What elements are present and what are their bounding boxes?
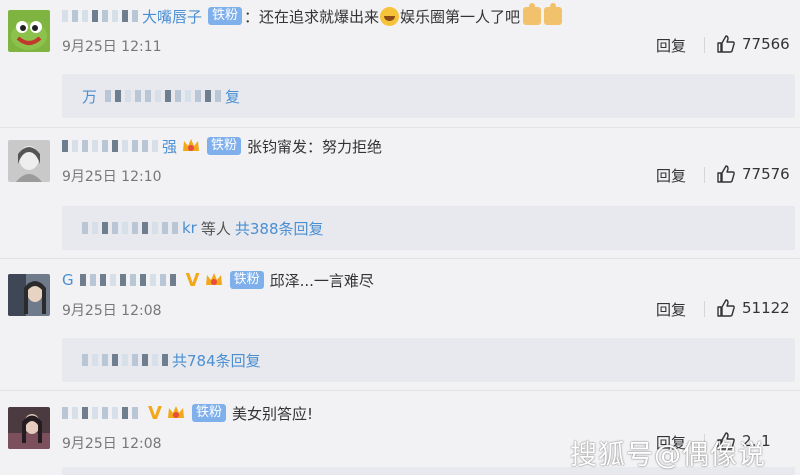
- comment-item: 强 铁粉 张钧甯发：努力拒绝 9月25日 12:10 回复 77576: [0, 130, 800, 202]
- avatar[interactable]: [8, 10, 50, 52]
- avatar[interactable]: [8, 407, 50, 449]
- comment-text: 美女别答应!: [231, 404, 313, 423]
- thumbs-up-outline-icon: [717, 35, 735, 53]
- avatar[interactable]: [8, 140, 50, 182]
- fan-badge: 铁粉: [229, 271, 264, 289]
- like-count: 77566: [742, 35, 790, 53]
- comment-time: 9月25日 12:11: [62, 39, 162, 55]
- comment-text: 张钧甯发：努力拒绝: [247, 137, 383, 156]
- comment-item: G V 铁粉 邱泽...一言难尽 9月25日 12:08 回复 51122: [0, 264, 800, 336]
- reply-summary[interactable]: kr 等人 共388条回复: [62, 206, 795, 250]
- reply-summary-user[interactable]: kr: [182, 219, 197, 237]
- divider: [0, 127, 800, 128]
- watermark-text: 搜狐号@偶像说: [570, 440, 766, 471]
- reply-summary[interactable]: 共784条回复: [62, 338, 795, 382]
- verified-v-icon: V: [185, 269, 200, 291]
- crown-icon: [205, 273, 222, 285]
- thumbs-up-emoji-icon: [544, 3, 563, 25]
- comment-text: ：还在追求就爆出来: [244, 7, 380, 26]
- comment-text: 邱泽...一言难尽: [269, 271, 374, 290]
- reply-button[interactable]: 回复: [656, 299, 686, 320]
- fan-badge: 铁粉: [207, 137, 242, 155]
- reply-button[interactable]: 回复: [656, 35, 686, 56]
- reply-summary-user[interactable]: 万: [82, 86, 97, 107]
- reply-button[interactable]: 回复: [656, 165, 686, 186]
- username-link[interactable]: 强: [162, 136, 177, 157]
- comment-header: 强 铁粉 张钧甯发：努力拒绝: [62, 132, 382, 160]
- comment-item: 大嘴唇子 铁粉 ：还在追求就爆出来 娱乐圈第一人了吧 9月25日 12:11 回…: [0, 0, 800, 72]
- divider: [0, 390, 800, 391]
- like-button[interactable]: 51122: [716, 298, 790, 318]
- comment-header: V 铁粉 美女别答应!: [62, 399, 313, 427]
- avatar[interactable]: [8, 274, 50, 316]
- crown-icon: [167, 406, 184, 418]
- comment-header: G V 铁粉 邱泽...一言难尽: [62, 266, 374, 294]
- comment-text-suffix: 娱乐圈第一人了吧: [400, 7, 521, 26]
- like-button[interactable]: 77576: [716, 164, 790, 184]
- username-link[interactable]: G: [62, 271, 74, 289]
- like-count: 77576: [742, 165, 790, 183]
- thumbs-up-outline-icon: [717, 299, 735, 317]
- divider: [704, 37, 705, 53]
- divider: [704, 301, 705, 317]
- reply-count-link[interactable]: 共388条回复: [235, 218, 324, 239]
- divider: [704, 167, 705, 183]
- reply-count-link[interactable]: 共784条回复: [172, 350, 261, 371]
- thumbs-up-emoji-icon: [523, 3, 542, 25]
- like-count: 51122: [742, 299, 790, 317]
- divider: [0, 258, 800, 259]
- reply-summary[interactable]: 万 复: [62, 74, 795, 118]
- reply-summary-mid: 等人: [200, 219, 231, 238]
- verified-v-icon: V: [148, 402, 162, 424]
- username-link[interactable]: 大嘴唇子: [142, 6, 202, 27]
- laughing-face-emoji-icon: [380, 6, 400, 26]
- thumbs-up-outline-icon: [717, 165, 735, 183]
- fan-badge: 铁粉: [208, 7, 243, 25]
- comment-time: 9月25日 12:08: [62, 436, 162, 452]
- fan-badge: 铁粉: [191, 404, 226, 422]
- comment-time: 9月25日 12:08: [62, 303, 162, 319]
- comment-time: 9月25日 12:10: [62, 169, 162, 185]
- crown-icon: [183, 139, 200, 151]
- comment-header: 大嘴唇子 铁粉 ：还在追求就爆出来 娱乐圈第一人了吧: [62, 2, 563, 30]
- reply-summary-suffix[interactable]: 复: [225, 86, 240, 107]
- like-button[interactable]: 77566: [716, 34, 790, 54]
